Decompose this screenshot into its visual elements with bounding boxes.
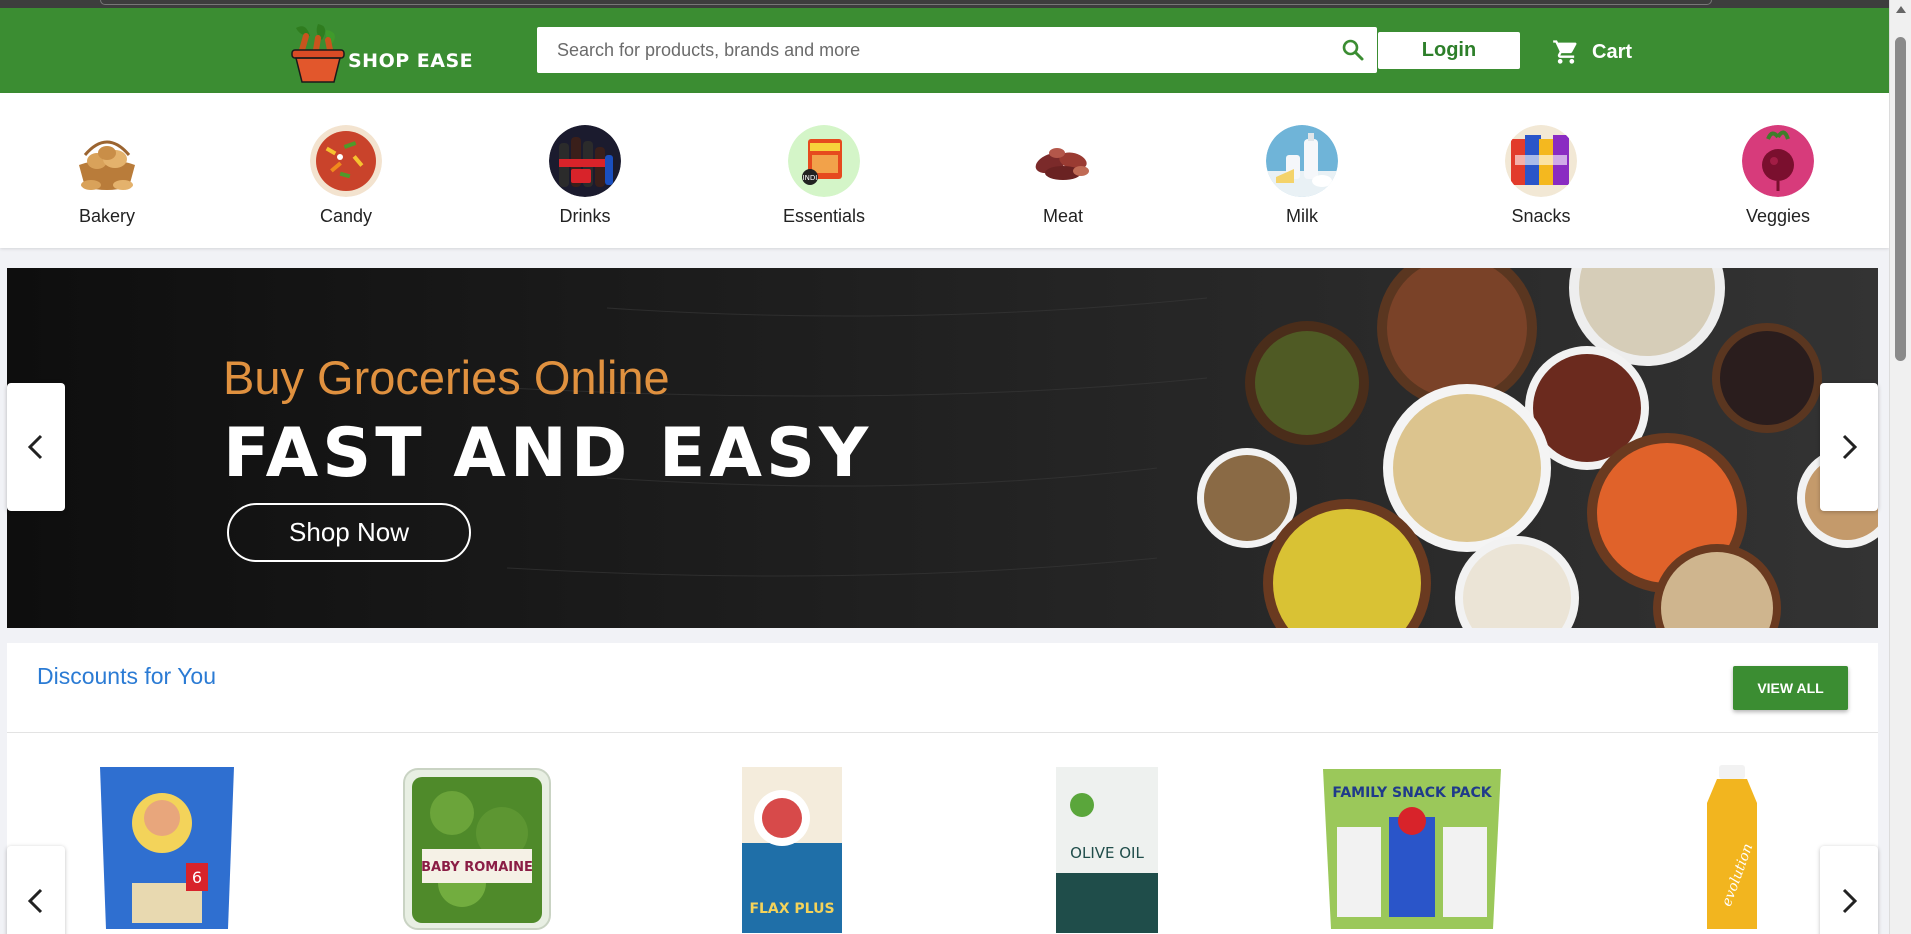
milk-icon (1266, 125, 1338, 197)
discounts-next-button[interactable] (1820, 846, 1878, 934)
category-candy[interactable]: Candy (276, 125, 416, 235)
product-card[interactable]: BABY ROMAINE (382, 763, 572, 933)
category-bar: Bakery Candy Drinks INDI Essentials Meat (0, 93, 1889, 248)
svg-text:6: 6 (192, 868, 202, 887)
category-drinks[interactable]: Drinks (515, 125, 655, 235)
vegetable-basket-icon (291, 24, 345, 83)
logo-text: SHOP EASE (348, 50, 474, 72)
chevron-right-icon (1842, 888, 1858, 914)
view-all-button[interactable]: VIEW ALL (1733, 666, 1848, 710)
browser-viewport: SHOP EASE Login Cart Bakery (0, 0, 1889, 934)
category-snacks[interactable]: Snacks (1471, 125, 1611, 235)
product-card[interactable]: 6 (72, 763, 262, 933)
product-card[interactable]: evolution (1637, 763, 1827, 933)
bread-basket-icon (71, 125, 143, 197)
login-button[interactable]: Login (1378, 32, 1520, 69)
category-label: Candy (319, 206, 373, 226)
category-milk[interactable]: Milk (1232, 125, 1372, 235)
vertical-scrollbar[interactable] (1889, 0, 1911, 934)
category-essentials[interactable]: INDI Essentials (754, 125, 894, 235)
site-header: SHOP EASE Login Cart (0, 8, 1889, 93)
cereal-box-icon: FLAX PLUS (742, 767, 842, 933)
category-meat[interactable]: Meat (993, 125, 1133, 235)
cart-icon (1553, 40, 1577, 64)
soda-bottles-icon (549, 125, 621, 197)
shop-now-button[interactable]: Shop Now (227, 503, 471, 562)
search-bar (537, 27, 1377, 73)
discounts-prev-button[interactable] (7, 846, 65, 934)
chevron-left-icon (27, 434, 43, 460)
svg-text:BABY ROMAINE: BABY ROMAINE (421, 860, 533, 875)
search-input[interactable] (537, 27, 1329, 73)
search-icon (1342, 39, 1364, 61)
site-logo[interactable]: SHOP EASE (288, 22, 478, 84)
cart-button[interactable]: Cart (1552, 34, 1632, 70)
category-label: Veggies (1745, 206, 1811, 226)
svg-text:FAMILY SNACK PACK: FAMILY SNACK PACK (1332, 785, 1492, 801)
banner-next-button[interactable] (1820, 383, 1878, 511)
product-card[interactable]: FAMILY SNACK PACK (1317, 763, 1507, 933)
grocery-pack-icon: INDI (788, 125, 860, 197)
chips-bag-icon: 6 (100, 767, 234, 929)
banner-prev-button[interactable] (7, 383, 65, 511)
category-veggies[interactable]: Veggies (1708, 125, 1848, 235)
category-bakery[interactable]: Bakery (37, 125, 177, 235)
browser-top-strip (0, 0, 1889, 8)
category-label: Milk (1286, 206, 1318, 226)
category-label: Essentials (782, 206, 866, 226)
product-card[interactable]: OLIVE OIL (1012, 763, 1202, 933)
meat-icon (1027, 125, 1099, 197)
section-divider (7, 732, 1878, 733)
cart-label: Cart (1592, 40, 1633, 63)
discounts-section: Discounts for You VIEW ALL 6 BABY ROMAIN… (7, 643, 1878, 934)
chevron-right-icon (1842, 434, 1858, 460)
search-button[interactable] (1329, 27, 1377, 73)
beetroot-icon (1742, 125, 1814, 197)
scrollbar-thumb[interactable] (1895, 37, 1906, 361)
candy-bowl-icon (310, 125, 382, 197)
snack-pack-icon: FAMILY SNACK PACK (1323, 769, 1501, 929)
oil-tin-icon: OLIVE OIL (1056, 767, 1158, 933)
scroll-up-arrow[interactable] (1896, 6, 1906, 13)
category-label: Meat (1042, 206, 1084, 226)
section-title: Discounts for You (37, 663, 217, 689)
svg-text:OLIVE OIL: OLIVE OIL (1070, 844, 1144, 862)
svg-text:INDI: INDI (803, 174, 818, 182)
snack-bags-icon (1505, 125, 1577, 197)
category-label: Snacks (1511, 206, 1571, 226)
category-label: Drinks (559, 206, 611, 226)
banner-tagline: Buy Groceries Online (223, 351, 670, 404)
product-card[interactable]: FLAX PLUS (697, 763, 887, 933)
category-label: Bakery (78, 206, 136, 226)
hero-banner: Buy Groceries Online FAST AND EASY Shop … (7, 268, 1878, 628)
chevron-left-icon (27, 888, 43, 914)
banner-headline: FAST AND EASY (223, 414, 873, 493)
salad-box-icon: BABY ROMAINE (403, 768, 551, 930)
svg-text:FLAX PLUS: FLAX PLUS (749, 901, 834, 917)
juice-bottle-icon: evolution (1707, 765, 1757, 929)
